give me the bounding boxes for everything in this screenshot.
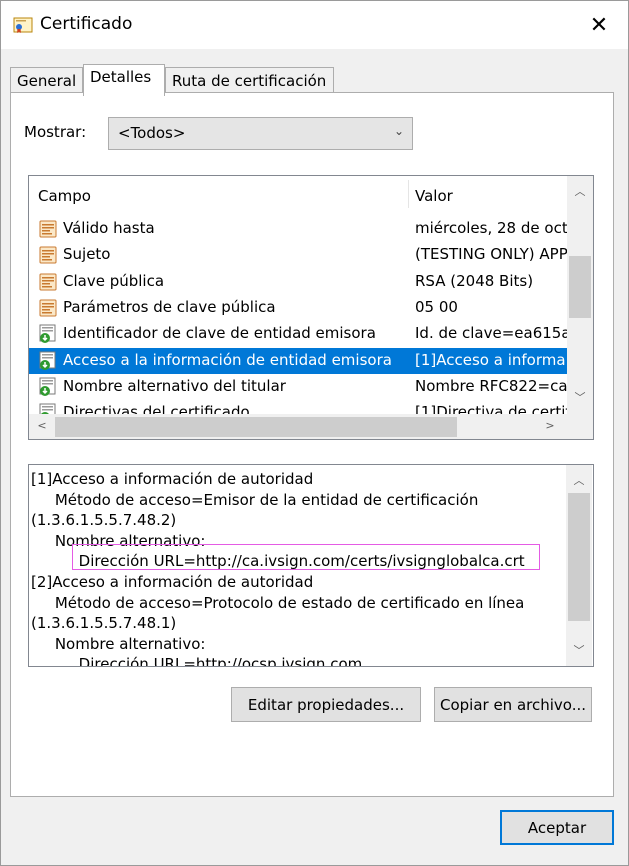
certificate-field-icon xyxy=(39,246,57,264)
certificate-extension-icon xyxy=(39,351,56,370)
field-value: (TESTING ONLY) APP xyxy=(415,245,567,264)
title-bar: Certificado ✕ xyxy=(1,1,628,49)
scroll-thumb[interactable] xyxy=(569,256,591,318)
accept-button[interactable]: Aceptar xyxy=(500,810,614,845)
close-button[interactable]: ✕ xyxy=(575,5,623,45)
scroll-right-icon[interactable]: > xyxy=(537,419,563,432)
field-name: Acceso a la información de entidad emiso… xyxy=(63,350,392,369)
scroll-down-icon[interactable]: ﹀ xyxy=(567,389,593,405)
scroll-up-icon[interactable]: ︿ xyxy=(566,472,592,488)
close-icon: ✕ xyxy=(589,12,609,38)
field-name: Válido hasta xyxy=(63,219,155,237)
field-value: [1]Acceso a informa xyxy=(415,350,566,369)
detail-vertical-scrollbar[interactable]: ︿ ﹀ xyxy=(566,465,592,666)
certificate-field-icon xyxy=(39,220,57,238)
list-item[interactable]: Acceso a la información de entidad emiso… xyxy=(29,347,567,374)
show-dropdown[interactable]: <Todos> ⌄ xyxy=(108,117,413,150)
detail-line: Dirección URL=http://ocsp.ivsign.com xyxy=(31,655,363,667)
url-highlight-box xyxy=(72,544,540,570)
column-divider[interactable] xyxy=(408,180,409,208)
scroll-up-icon[interactable]: ︿ xyxy=(567,183,593,199)
tab-general[interactable]: General xyxy=(10,67,83,94)
scroll-down-icon[interactable]: ﹀ xyxy=(566,642,592,658)
certificate-extension-icon xyxy=(39,377,56,396)
fields-list[interactable]: Campo Valor Válido hasta miércoles, 28 de… xyxy=(28,175,594,440)
field-value: miércoles, 28 de oct xyxy=(415,219,567,237)
list-item[interactable]: Clave pública RSA (2048 Bits) xyxy=(29,269,567,295)
field-name: Parámetros de clave pública xyxy=(63,297,276,316)
field-value: RSA (2048 Bits) xyxy=(415,271,534,290)
list-header: Campo Valor xyxy=(29,176,567,212)
list-item[interactable]: Válido hasta miércoles, 28 de oct xyxy=(29,216,567,242)
show-dropdown-value: <Todos> xyxy=(118,124,186,142)
certificate-icon xyxy=(13,17,33,33)
certificate-field-icon xyxy=(39,273,57,291)
detail-line: Método de acceso=Protocolo de estado de … xyxy=(31,593,525,612)
certificate-extension-icon xyxy=(39,324,56,344)
field-value: Nombre RFC822=ca xyxy=(415,376,567,395)
scroll-thumb-horizontal[interactable] xyxy=(55,417,457,437)
chevron-down-icon: ⌄ xyxy=(393,124,404,138)
fields-vertical-scrollbar[interactable]: ︿ ﹀ xyxy=(567,176,593,414)
tab-detalles[interactable]: Detalles xyxy=(83,64,165,96)
list-item[interactable]: Parámetros de clave pública 05 00 xyxy=(29,295,567,321)
detail-line: [2]Acceso a información de autoridad xyxy=(31,572,314,591)
column-header-valor[interactable]: Valor xyxy=(415,187,453,205)
scroll-thumb[interactable] xyxy=(568,493,590,621)
window-title: Certificado xyxy=(40,14,133,34)
detail-line: (1.3.6.1.5.5.7.48.1) xyxy=(31,614,177,633)
list-item[interactable]: Nombre alternativo del titular Nombre RFC… xyxy=(29,374,567,400)
field-name: Sujeto xyxy=(63,245,111,264)
detail-line: Nombre alternativo: xyxy=(31,634,206,653)
list-item[interactable]: Sujeto (TESTING ONLY) APP xyxy=(29,242,567,268)
scrollbar-corner xyxy=(567,414,593,439)
field-name: Clave pública xyxy=(63,271,165,290)
detail-line: [1]Acceso a información de autoridad xyxy=(31,470,314,488)
field-detail-box[interactable]: [1]Acceso a información de autoridad Mét… xyxy=(28,464,594,667)
copy-to-file-button[interactable]: Copiar en archivo... xyxy=(434,687,592,722)
scroll-left-icon[interactable]: < xyxy=(29,419,55,432)
detail-line: (1.3.6.1.5.5.7.48.2) xyxy=(31,511,177,530)
field-name: Identificador de clave de entidad emisor… xyxy=(63,324,376,343)
show-label: Mostrar: xyxy=(24,123,87,141)
edit-properties-button[interactable]: Editar propiedades... xyxy=(231,687,421,722)
column-header-campo[interactable]: Campo xyxy=(38,187,91,205)
tab-ruta-de-certificacion[interactable]: Ruta de certificación xyxy=(165,67,334,94)
field-name: Nombre alternativo del titular xyxy=(63,376,286,395)
certificate-field-icon xyxy=(39,299,57,317)
field-value: Id. de clave=ea615a xyxy=(415,324,567,343)
field-value: 05 00 xyxy=(415,297,458,316)
detail-line: Método de acceso=Emisor de la entidad de… xyxy=(31,490,479,509)
certificate-dialog: Certificado ✕ General Detalles Ruta de c… xyxy=(0,0,629,866)
list-item[interactable]: Identificador de clave de entidad emisor… xyxy=(29,321,567,347)
fields-horizontal-scrollbar[interactable]: < > xyxy=(29,414,567,439)
